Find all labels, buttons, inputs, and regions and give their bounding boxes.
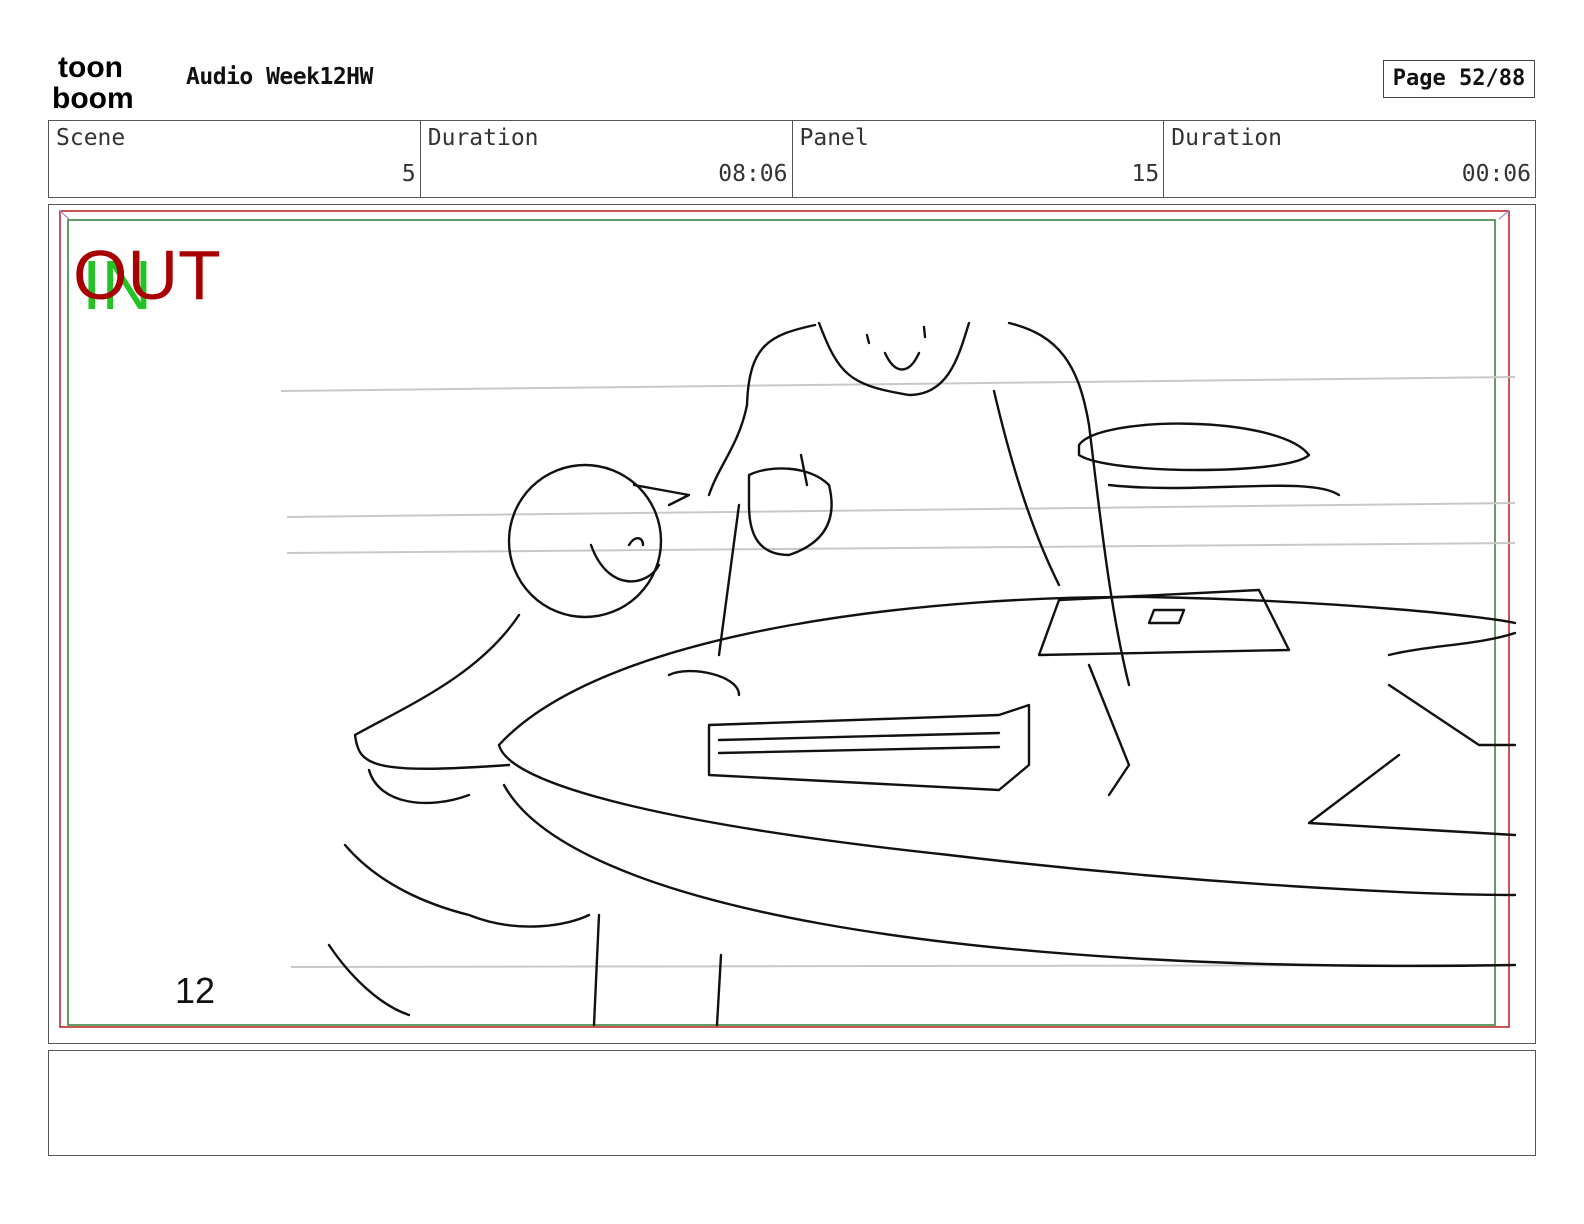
standing-left-arm: [667, 503, 741, 697]
toonboom-logo: toon boom: [52, 51, 134, 112]
logo-text-top: toon: [58, 51, 123, 84]
child-head: [507, 463, 663, 619]
table-top-edge: [497, 595, 1517, 747]
panel-duration-value: 00:06: [1461, 161, 1531, 187]
notes-box: [48, 1050, 1536, 1156]
logo-text-bottom: boom: [52, 82, 134, 112]
background-lines: [280, 376, 1516, 968]
child-eye: [627, 537, 645, 547]
panel-duration-cell: Duration 00:06: [1164, 121, 1535, 197]
child-leg: [343, 843, 591, 928]
panel-label: Panel: [799, 125, 869, 151]
sketch-number: 12: [175, 970, 215, 1011]
table-right-shadow: [1307, 753, 1517, 837]
child-body: [353, 613, 521, 770]
scene-cell: Scene 5: [49, 121, 421, 197]
panel-value: 15: [1131, 161, 1160, 187]
child-belly: [367, 768, 471, 805]
bowl-shadow: [1107, 483, 1341, 497]
standing-mouth: [883, 351, 921, 371]
laptop-logo: [1147, 608, 1186, 625]
standing-eyes: [865, 325, 927, 345]
standing-torso-line: [992, 389, 1061, 587]
panel-duration-label: Duration: [1171, 125, 1283, 151]
page-indicator: Page 52/88: [1383, 60, 1535, 98]
table-front-edge: [497, 743, 1517, 897]
sketch-lines: [327, 321, 1517, 1027]
papers-right: [1387, 631, 1517, 747]
child-hair-spike: [632, 483, 691, 507]
storyboard-panel: IN OUT 12: [48, 204, 1536, 1044]
panel-sketch: IN OUT 12: [59, 210, 1517, 1028]
out-marker: OUT: [73, 236, 221, 314]
project-title: Audio Week12HW: [186, 64, 373, 90]
frame-corner-marks: [59, 210, 1510, 220]
scene-duration-cell: Duration 08:06: [421, 121, 793, 197]
bowl-object: [1077, 422, 1311, 472]
scene-duration-value: 08:06: [718, 161, 788, 187]
book-pages: [717, 731, 1001, 755]
panel-cell: Panel 15: [793, 121, 1165, 197]
panel-info-table: Scene 5 Duration 08:06 Panel 15 Duration…: [48, 120, 1536, 198]
scene-value: 5: [401, 161, 416, 187]
in-frame-border: [67, 219, 1496, 1026]
scene-duration-label: Duration: [427, 125, 539, 151]
scene-label: Scene: [56, 125, 126, 151]
standing-right-arm: [1087, 663, 1131, 797]
table-legs: [592, 913, 723, 1027]
child-foot: [327, 943, 411, 1017]
